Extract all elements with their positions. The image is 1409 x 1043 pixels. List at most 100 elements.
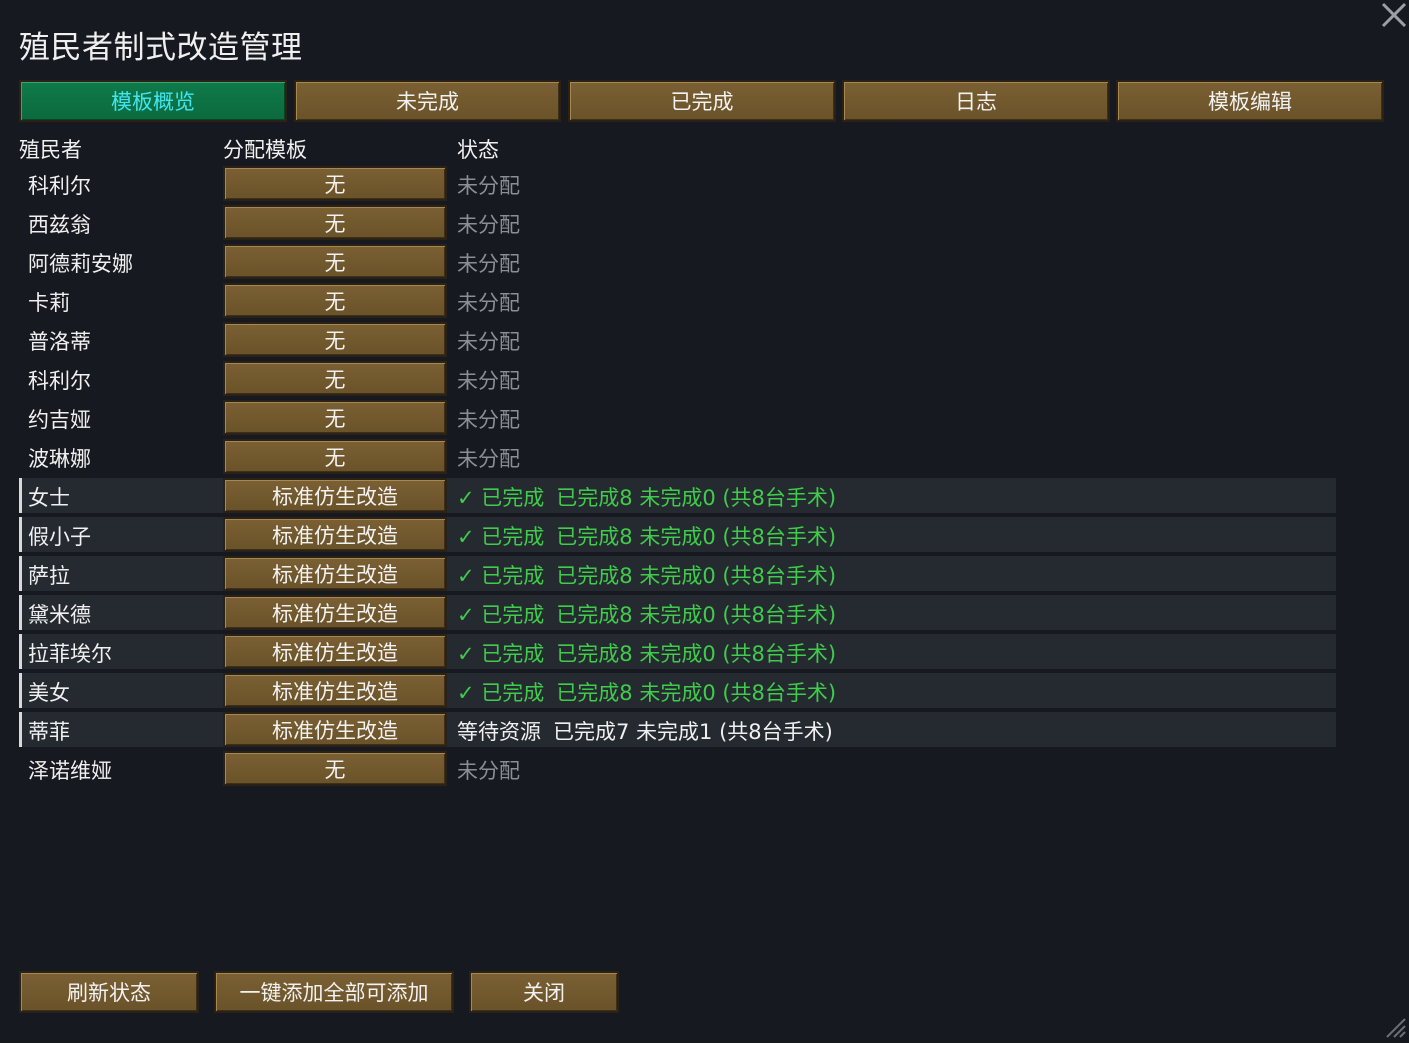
status-text: 未分配 (457, 443, 520, 473)
status-completed-label: ✓ 已完成 (457, 603, 545, 627)
colonist-name: 蒂菲 (28, 720, 70, 744)
colonist-row: 普洛蒂 无未分配 (19, 321, 1339, 360)
status-completed-label: ✓ 已完成 (457, 486, 545, 510)
resize-grip-icon[interactable] (1383, 1015, 1407, 1039)
colonist-row: 约吉娅 无未分配 (19, 399, 1339, 438)
row-marker (19, 517, 22, 552)
template-select-button[interactable]: 标准仿生改造 (223, 556, 447, 591)
template-select-button[interactable]: 标准仿生改造 (223, 517, 447, 552)
status-label: 未分配 (457, 213, 520, 237)
status-completed-label: ✓ 已完成 (457, 525, 545, 549)
surgery-progress-detail: 已完成8 未完成0 (共8台手术) (556, 603, 837, 627)
surgery-progress-detail: 已完成8 未完成0 (共8台手术) (556, 525, 837, 549)
status-text: 未分配 (457, 170, 520, 200)
template-select-button[interactable]: 标准仿生改造 (223, 673, 447, 708)
status-text: 等待资源 已完成7 未完成1 (共8台手术) (457, 716, 833, 746)
tab-bar: 模板概览 未完成 已完成 日志 模板编辑 (19, 80, 1384, 122)
status-text: 未分配 (457, 248, 520, 278)
template-select-button[interactable]: 标准仿生改造 (223, 712, 447, 747)
row-marker (19, 634, 22, 669)
colonist-row: 萨拉 标准仿生改造 ✓ 已完成 已完成8 未完成0 (共8台手术) (19, 555, 1339, 594)
template-select-button[interactable]: 无 (223, 400, 447, 435)
row-marker (19, 673, 22, 708)
status-label: 等待资源 (457, 720, 541, 744)
colonist-row: 科利尔 无未分配 (19, 165, 1339, 204)
template-select-button[interactable]: 无 (223, 361, 447, 396)
template-select-button[interactable]: 无 (223, 205, 447, 240)
column-header-status: 状态 (457, 138, 499, 162)
colonist-name: 萨拉 (28, 564, 70, 588)
template-select-button[interactable]: 无 (223, 439, 447, 474)
colonist-row: 阿德莉安娜 无未分配 (19, 243, 1339, 282)
status-label: 未分配 (457, 330, 520, 354)
colonist-name: 科利尔 (28, 369, 91, 393)
refresh-status-button[interactable]: 刷新状态 (19, 971, 199, 1013)
colonist-row: 蒂菲 标准仿生改造 等待资源 已完成7 未完成1 (共8台手术) (19, 711, 1339, 750)
colonist-row: 女士 标准仿生改造 ✓ 已完成 已完成8 未完成0 (共8台手术) (19, 477, 1339, 516)
close-button[interactable]: 关闭 (469, 971, 619, 1013)
status-text: ✓ 已完成 已完成8 未完成0 (共8台手术) (457, 599, 836, 629)
status-text: 未分配 (457, 404, 520, 434)
row-marker (19, 556, 22, 591)
surgery-progress-detail: 已完成8 未完成0 (共8台手术) (556, 564, 837, 588)
column-header-colonist: 殖民者 (19, 138, 82, 162)
colonist-name: 约吉娅 (28, 408, 91, 432)
colonist-name: 波琳娜 (28, 447, 91, 471)
template-select-button[interactable]: 无 (223, 322, 447, 357)
window-title: 殖民者制式改造管理 (19, 30, 303, 66)
tab-incomplete[interactable]: 未完成 (294, 80, 561, 122)
status-label: 未分配 (457, 759, 520, 783)
template-select-button[interactable]: 标准仿生改造 (223, 595, 447, 630)
row-marker (19, 712, 22, 747)
colonist-name: 黛米德 (28, 603, 91, 627)
colonist-name: 拉菲埃尔 (28, 642, 112, 666)
status-completed-label: ✓ 已完成 (457, 564, 545, 588)
colonist-list: 科利尔无未分配 西兹翁无未分配 阿德莉安娜无未分配 卡莉无未分配 普洛蒂无未分配 科利尔无… (19, 165, 1339, 789)
template-select-button[interactable]: 标准仿生改造 (223, 478, 447, 513)
colonist-name: 泽诺维娅 (28, 759, 112, 783)
colonist-row: 假小子 标准仿生改造 ✓ 已完成 已完成8 未完成0 (共8台手术) (19, 516, 1339, 555)
colonist-row: 卡莉 无未分配 (19, 282, 1339, 321)
status-text: 未分配 (457, 365, 520, 395)
colonist-row: 美女 标准仿生改造 ✓ 已完成 已完成8 未完成0 (共8台手术) (19, 672, 1339, 711)
status-text: ✓ 已完成 已完成8 未完成0 (共8台手术) (457, 521, 836, 551)
status-text: 未分配 (457, 209, 520, 239)
row-marker (19, 478, 22, 513)
add-all-button[interactable]: 一键添加全部可添加 (214, 971, 454, 1013)
surgery-template-manager-window: 殖民者制式改造管理 模板概览 未完成 已完成 日志 模板编辑 殖民者 分配模板 … (0, 0, 1409, 1041)
template-select-button[interactable]: 无 (223, 244, 447, 279)
surgery-progress-detail: 已完成7 未完成1 (共8台手术) (553, 720, 833, 744)
status-text: ✓ 已完成 已完成8 未完成0 (共8台手术) (457, 677, 836, 707)
template-select-button[interactable]: 标准仿生改造 (223, 634, 447, 669)
status-completed-label: ✓ 已完成 (457, 681, 545, 705)
tab-template-edit[interactable]: 模板编辑 (1116, 80, 1384, 122)
close-icon[interactable] (1379, 0, 1409, 30)
tab-log[interactable]: 日志 (842, 80, 1110, 122)
status-completed-label: ✓ 已完成 (457, 642, 545, 666)
colonist-name: 卡莉 (28, 291, 70, 315)
colonist-name: 普洛蒂 (28, 330, 91, 354)
status-text: ✓ 已完成 已完成8 未完成0 (共8台手术) (457, 638, 836, 668)
colonist-row: 波琳娜 无未分配 (19, 438, 1339, 477)
colonist-name: 阿德莉安娜 (28, 252, 133, 276)
status-label: 未分配 (457, 291, 520, 315)
colonist-name: 美女 (28, 681, 70, 705)
status-text: ✓ 已完成 已完成8 未完成0 (共8台手术) (457, 560, 836, 590)
tab-completed[interactable]: 已完成 (568, 80, 836, 122)
template-select-button[interactable]: 无 (223, 166, 447, 201)
colonist-name: 假小子 (28, 525, 91, 549)
template-select-button[interactable]: 无 (223, 283, 447, 318)
tab-template-overview[interactable]: 模板概览 (19, 80, 287, 122)
status-label: 未分配 (457, 174, 520, 198)
status-text: 未分配 (457, 287, 520, 317)
colonist-row: 黛米德 标准仿生改造 ✓ 已完成 已完成8 未完成0 (共8台手术) (19, 594, 1339, 633)
status-text: ✓ 已完成 已完成8 未完成0 (共8台手术) (457, 482, 836, 512)
status-label: 未分配 (457, 252, 520, 276)
status-label: 未分配 (457, 447, 520, 471)
surgery-progress-detail: 已完成8 未完成0 (共8台手术) (556, 486, 837, 510)
status-text: 未分配 (457, 755, 520, 785)
surgery-progress-detail: 已完成8 未完成0 (共8台手术) (556, 642, 837, 666)
template-select-button[interactable]: 无 (223, 751, 447, 786)
colonist-row: 西兹翁 无未分配 (19, 204, 1339, 243)
colonist-name: 西兹翁 (28, 213, 91, 237)
